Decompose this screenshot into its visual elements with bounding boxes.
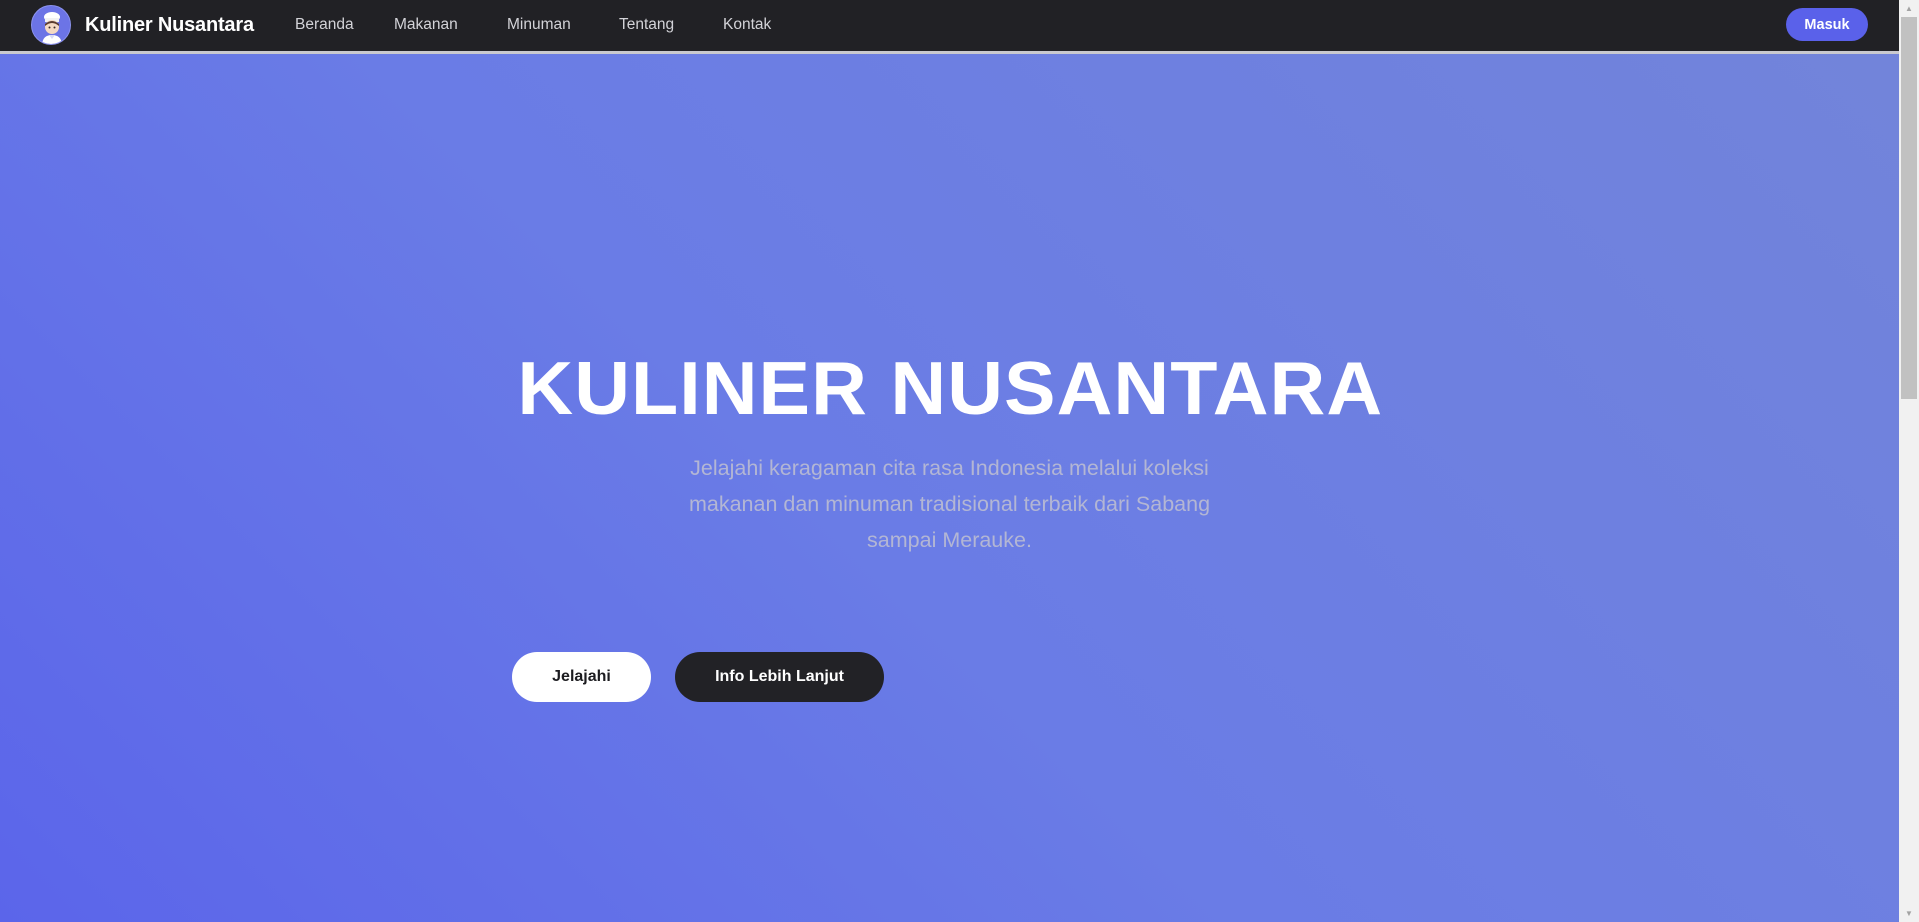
brand-name: Kuliner Nusantara xyxy=(85,13,254,36)
login-button[interactable]: Masuk xyxy=(1786,8,1868,41)
nav-link-beranda[interactable]: Beranda xyxy=(295,16,394,34)
more-info-button[interactable]: Info Lebih Lanjut xyxy=(675,652,884,702)
hero-subtitle: Jelajahi keragaman cita rasa Indonesia m… xyxy=(688,456,1211,552)
scroll-down-arrow-icon[interactable]: ▼ xyxy=(1899,905,1919,922)
vertical-scrollbar[interactable]: ▲ ▼ xyxy=(1899,0,1919,922)
explore-button[interactable]: Jelajahi xyxy=(512,652,651,702)
nav-link-minuman[interactable]: Minuman xyxy=(507,16,619,34)
nav-link-tentang[interactable]: Tentang xyxy=(619,16,723,34)
brand[interactable]: Kuliner Nusantara xyxy=(31,5,254,45)
hero-title: KULINER NUSANTARA xyxy=(0,351,1899,426)
hero-title-text: KULINER NUSANTARA xyxy=(517,346,1384,430)
scrollbar-thumb[interactable] xyxy=(1901,17,1917,399)
chef-avatar-icon xyxy=(31,5,71,45)
nav-link-kontak[interactable]: Kontak xyxy=(723,16,803,34)
nav-link-makanan[interactable]: Makanan xyxy=(394,16,507,34)
scroll-up-arrow-icon[interactable]: ▲ xyxy=(1899,0,1919,17)
page: Kuliner Nusantara Beranda Makanan Minuma… xyxy=(0,0,1919,922)
top-navbar: Kuliner Nusantara Beranda Makanan Minuma… xyxy=(0,0,1899,54)
nav-links: Beranda Makanan Minuman Tentang Kontak xyxy=(295,0,803,50)
